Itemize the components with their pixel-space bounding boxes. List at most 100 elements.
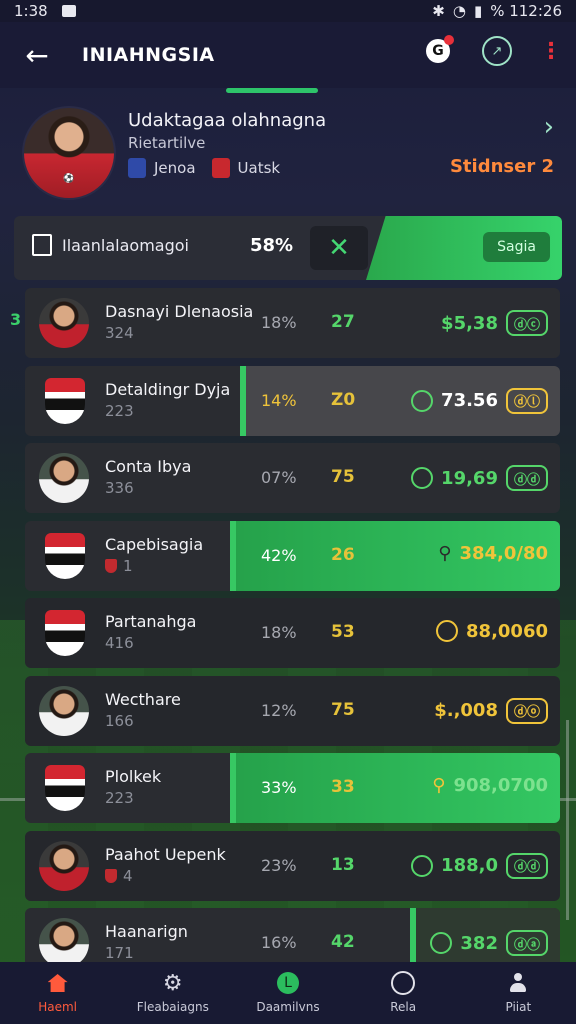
- player-number: 26: [331, 544, 355, 565]
- player-name: Wecthare: [105, 689, 181, 709]
- player-name: Capebisagia: [105, 534, 204, 554]
- chart-icon[interactable]: ↗: [482, 36, 512, 66]
- club-crest-icon: [45, 377, 85, 424]
- player-number: 27: [331, 312, 355, 332]
- more-vertical-icon[interactable]: ⋮: [540, 36, 562, 66]
- player-sub-value: 166: [105, 711, 134, 730]
- coin-icon: [436, 620, 459, 642]
- list-item[interactable]: Paahot Uepenk 4 23% 13 188,0 ⓓⓓ: [25, 830, 560, 901]
- player-number: 53: [331, 622, 355, 642]
- profile-tag-2: Uatsk: [211, 158, 280, 178]
- nav-item-profile[interactable]: Piiat: [463, 972, 573, 1014]
- ball-icon: [391, 971, 416, 995]
- list-item[interactable]: Wecthare 166 12% 75 $.,008 ⓓⓞ: [25, 675, 560, 746]
- list-item[interactable]: Detaldingr Dyja 223 14% Z0 73.56 ⓓⓛ: [25, 365, 560, 436]
- list-item[interactable]: Dasnayi Dlenaosia 324 18% 27 $5,38 ⓓⓒ: [25, 288, 560, 358]
- app-header: ← INIAHNGSIA G ↗ ⋮: [0, 22, 576, 88]
- summary-label: Ilaanlalaomagoi: [62, 235, 189, 255]
- player-sub: 324: [105, 324, 134, 342]
- player-percent: 18%: [261, 623, 297, 642]
- mini-crest-icon: [105, 868, 117, 883]
- coin-icon: [411, 854, 434, 877]
- avatar[interactable]: ⚽: [22, 106, 116, 200]
- status-time: 1:38: [14, 2, 48, 20]
- nav-item-settings[interactable]: ⚙ Fleabaiagns: [118, 971, 228, 1015]
- player-percent: 12%: [261, 700, 297, 720]
- value-badge-icon: ⓓⓓ: [505, 465, 548, 491]
- player-value: 19,69 ⓓⓓ: [411, 465, 548, 491]
- player-percent: 18%: [261, 313, 297, 332]
- player-percent: 14%: [261, 390, 297, 410]
- nav-label: Daamilvns: [256, 1000, 320, 1014]
- summary-pill-button[interactable]: Sagia: [483, 232, 550, 262]
- value-badge-icon: ⓓⓐ: [505, 930, 548, 956]
- club-crest-icon: [45, 610, 85, 656]
- player-value-text: 88,0060: [466, 620, 548, 642]
- player-name: Detaldingr Dyja: [105, 379, 231, 399]
- player-value: 382 ⓓⓐ: [430, 930, 548, 956]
- player-name: Dasnayi Dlenaosia: [105, 302, 254, 321]
- player-sub-value: 336: [105, 479, 134, 497]
- player-sub: 1: [105, 557, 133, 575]
- signal-icon: ▮: [473, 2, 483, 20]
- player-name: Haanarign: [105, 922, 188, 941]
- player-list: Dasnayi Dlenaosia 324 18% 27 $5,38 ⓓⓒ Det…: [25, 288, 560, 986]
- chevron-right-icon[interactable]: ›: [544, 112, 554, 142]
- player-number: 42: [331, 932, 355, 952]
- list-item[interactable]: Partanahga 416 18% 53 88,0060: [25, 598, 560, 668]
- avatar: [39, 840, 89, 891]
- player-name: Conta Ibya: [105, 457, 192, 476]
- player-value-text: $5,38: [441, 312, 498, 334]
- player-value: ⚲ 384,0/80: [438, 543, 548, 564]
- player-sub-value: 4: [123, 866, 133, 885]
- value-badge-icon: ⓓⓒ: [505, 310, 548, 336]
- player-sub: 223: [105, 402, 134, 420]
- bluetooth-icon: ✱: [432, 2, 445, 20]
- player-value-text: 384,0/80: [459, 542, 548, 564]
- player-percent: 07%: [261, 468, 297, 487]
- player-number: 75: [331, 467, 355, 487]
- player-number: 75: [331, 699, 355, 720]
- g-notification-icon[interactable]: G: [426, 35, 454, 63]
- player-name: Plolkek: [105, 767, 162, 786]
- value-badge-icon: ⓓⓓ: [505, 852, 548, 879]
- value-badge-icon: ⓓⓛ: [505, 387, 548, 414]
- player-sub: 171: [105, 944, 134, 962]
- player-value-text: 188,0: [441, 855, 498, 876]
- club-crest-icon: [45, 765, 85, 811]
- bottom-nav: Haeml ⚙ Fleabaiagns L Daamilvns Rela Pii…: [0, 962, 576, 1024]
- coin-icon: [411, 467, 434, 489]
- profile-name: Udaktagaa olahnagna: [128, 110, 327, 131]
- avatar: [39, 685, 89, 736]
- nav-label: Rela: [390, 1000, 417, 1014]
- season-label[interactable]: Stidnser 2: [450, 156, 554, 177]
- nav-item-home[interactable]: Haeml: [3, 972, 113, 1014]
- arrow-left-icon[interactable]: ←: [22, 39, 52, 72]
- player-value-text: 908,0700: [453, 775, 548, 796]
- player-name: Paahot Uepenk: [105, 844, 226, 864]
- club-crest-icon: [45, 532, 85, 579]
- profile-subtitle: Rietartilve: [128, 134, 206, 152]
- status-bar: 1:38 ✱ ◔ ▮ % 112:26: [0, 0, 576, 22]
- side-number: 3: [10, 310, 22, 329]
- list-item[interactable]: Plolkek 223 33% 33 ⚲ 908,0700: [25, 753, 560, 823]
- club-badge-icon: [128, 158, 146, 178]
- player-value: $5,38 ⓓⓒ: [441, 310, 548, 336]
- nav-item-ball[interactable]: Rela: [348, 971, 458, 1014]
- player-name: Partanahga: [105, 612, 197, 631]
- list-item[interactable]: Capebisagia 1 42% 26 ⚲ 384,0/80: [25, 520, 560, 591]
- player-value-text: 19,69: [441, 467, 498, 489]
- player-value-text: $.,008: [434, 700, 498, 721]
- player-percent: 23%: [261, 855, 297, 875]
- summary-bar: Ilaanlalaomagoi ✕ 58% Sagia: [14, 216, 562, 280]
- coin-icon: [430, 932, 453, 954]
- wifi-icon: ◔: [452, 2, 466, 20]
- list-item[interactable]: Conta Ibya 336 07% 75 19,69 ⓓⓓ: [25, 443, 560, 513]
- player-sub-value: 324: [105, 324, 134, 342]
- player-percent: 42%: [261, 545, 297, 565]
- nav-item-center[interactable]: L Daamilvns: [233, 972, 343, 1014]
- profile-card: ⚽ Udaktagaa olahnagna Rietartilve Jenoa …: [0, 100, 576, 210]
- summary-percent: 58%: [250, 235, 294, 256]
- avatar: [39, 918, 89, 968]
- green-l-icon: L: [276, 972, 299, 994]
